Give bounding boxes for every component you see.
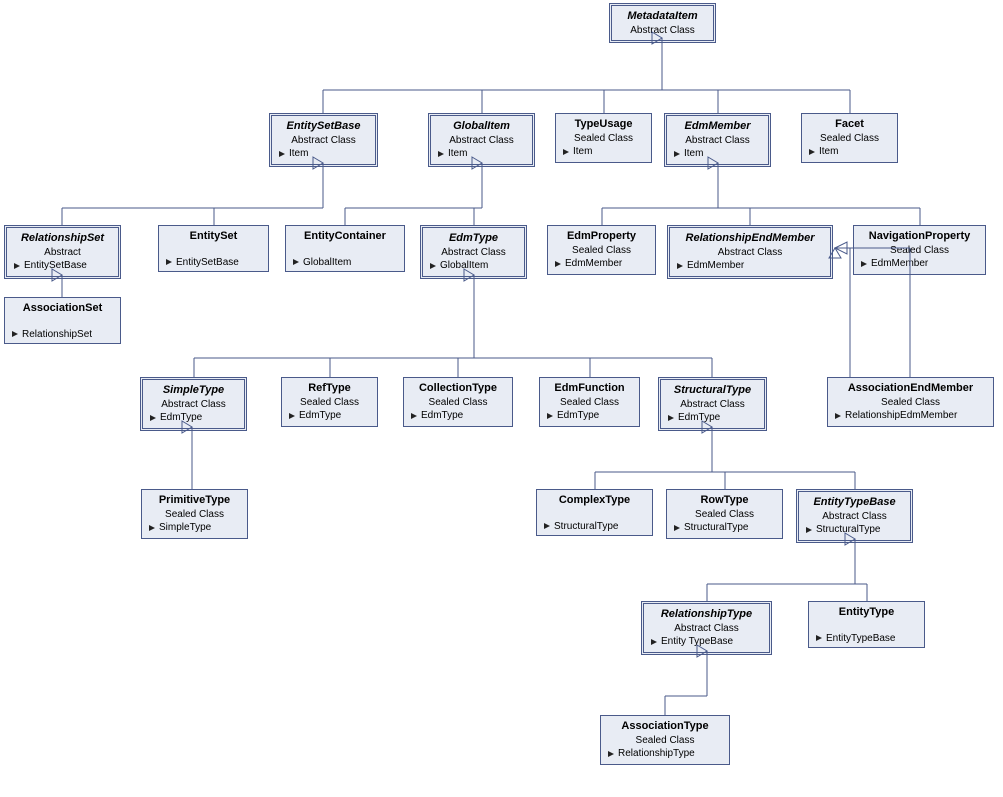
node-relationshipEndMember: RelationshipEndMember Abstract Class Edm… <box>667 225 833 279</box>
node-entityType: EntityType EntityTypeBase <box>808 601 925 648</box>
node-entitySetBase: EntitySetBase Abstract Class Item <box>269 113 378 167</box>
node-simpleType: SimpleType Abstract Class EdmType <box>140 377 247 431</box>
node-complexType: ComplexType StructuralType <box>536 489 653 536</box>
node-relationshipType: RelationshipType Abstract Class Entity T… <box>641 601 772 655</box>
node-facet: Facet Sealed Class Item <box>801 113 898 163</box>
node-type: Abstract Class <box>619 24 706 38</box>
node-entityContainer: EntityContainer GlobalItem <box>285 225 405 272</box>
node-associationSet: AssociationSet RelationshipSet <box>4 297 121 344</box>
node-associationType: AssociationType Sealed Class Relationshi… <box>600 715 730 765</box>
node-structuralType: StructuralType Abstract Class EdmType <box>658 377 767 431</box>
node-globalItem: GlobalItem Abstract Class Item <box>428 113 535 167</box>
node-primitiveType: PrimitiveType Sealed Class SimpleType <box>141 489 248 539</box>
node-entitySet: EntitySet EntitySetBase <box>158 225 269 272</box>
node-entityTypeBase: EntityTypeBase Abstract Class Structural… <box>796 489 913 543</box>
node-edmType: EdmType Abstract Class GlobalItem <box>420 225 527 279</box>
node-relationshipSet: RelationshipSet Abstract EntitySetBase <box>4 225 121 279</box>
node-refType: RefType Sealed Class EdmType <box>281 377 378 427</box>
node-associationEndMember: AssociationEndMember Sealed Class Relati… <box>827 377 994 427</box>
node-collectionType: CollectionType Sealed Class EdmType <box>403 377 513 427</box>
node-title: MetadataItem <box>619 9 706 24</box>
node-edmMember: EdmMember Abstract Class Item <box>664 113 771 167</box>
node-navigationProperty: NavigationProperty Sealed Class EdmMembe… <box>853 225 986 275</box>
node-rowType: RowType Sealed Class StructuralType <box>666 489 783 539</box>
node-typeUsage: TypeUsage Sealed Class Item <box>555 113 652 163</box>
node-metadataItem: MetadataItem Abstract Class <box>609 3 716 43</box>
node-edmFunction: EdmFunction Sealed Class EdmType <box>539 377 640 427</box>
node-edmProperty: EdmProperty Sealed Class EdmMember <box>547 225 656 275</box>
